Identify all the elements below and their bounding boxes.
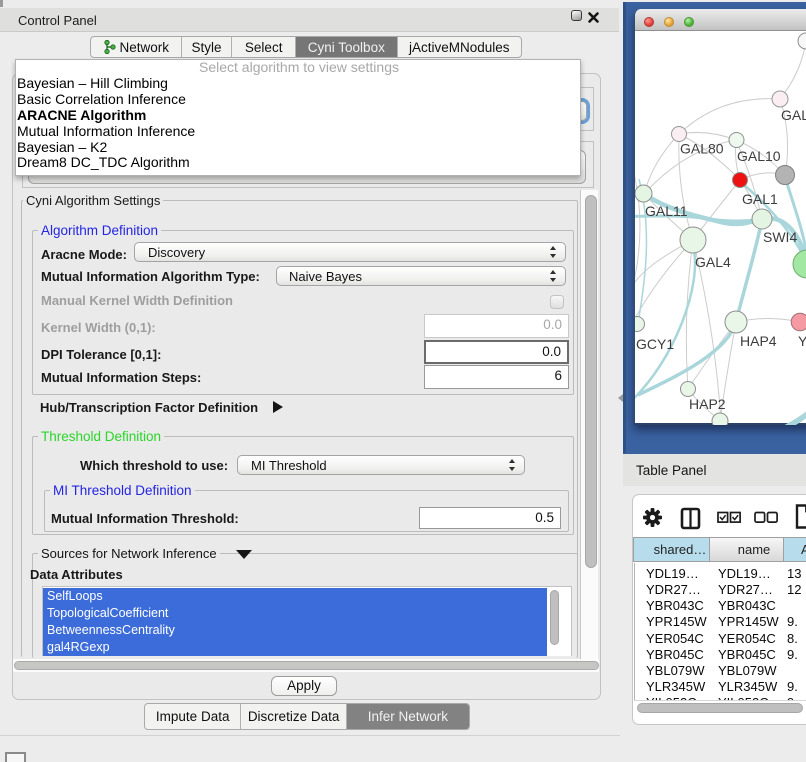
svg-text:GAL7: GAL7 <box>781 107 806 123</box>
svg-text:GAL4: GAL4 <box>695 254 731 270</box>
svg-text:GAL80: GAL80 <box>680 141 724 157</box>
svg-text:Y: Y <box>798 333 806 349</box>
svg-text:SWI4: SWI4 <box>763 229 797 245</box>
svg-text:HAP2: HAP2 <box>689 396 726 412</box>
svg-text:GCY1: GCY1 <box>636 336 674 352</box>
svg-text:GAL1: GAL1 <box>742 191 778 207</box>
svg-text:GAL11: GAL11 <box>645 203 688 219</box>
svg-text:HAP4: HAP4 <box>740 333 777 349</box>
svg-text:GAL10: GAL10 <box>737 148 781 164</box>
